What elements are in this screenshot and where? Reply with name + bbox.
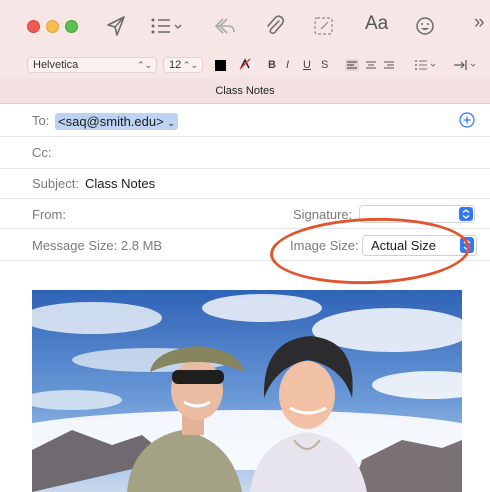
message-size-label: Message Size: 2.8 MB [32, 238, 163, 253]
strikethrough-button[interactable]: S [321, 57, 328, 73]
font-family-value: Helvetica [33, 59, 79, 71]
recipient-token[interactable]: <saq@smith.edu> ⌄ [55, 113, 178, 130]
font-family-select[interactable]: Helvetica ⌃⌄ [27, 57, 157, 73]
chevron-updown-icon: ⌃⌄ [136, 60, 152, 70]
attached-photo[interactable] [32, 290, 462, 492]
more-icon[interactable]: » [474, 12, 485, 34]
align-center-icon[interactable] [364, 59, 378, 76]
recipient-address: <saq@smith.edu> [58, 114, 164, 129]
format-bar: Helvetica ⌃⌄ 12 ⌃⌄ B I U S [0, 52, 490, 78]
background-color-icon[interactable] [238, 56, 252, 77]
emoji-icon[interactable] [415, 14, 435, 38]
chevron-updown-icon: ⌃⌄ [182, 60, 198, 70]
chevron-down-icon: ⌄ [167, 118, 175, 128]
subject-label: Subject: [32, 176, 79, 191]
bold-button[interactable]: B [268, 57, 276, 73]
toolbar: Aa » [0, 0, 490, 52]
format-icon[interactable]: Aa [365, 13, 388, 35]
subject-field-row[interactable]: Subject: Class Notes [0, 169, 490, 199]
underline-button[interactable]: U [303, 57, 311, 73]
reply-icon[interactable] [213, 14, 237, 38]
font-size-select[interactable]: 12 ⌃⌄ [163, 57, 203, 73]
italic-button[interactable]: I [286, 57, 289, 73]
subject-input[interactable]: Class Notes [85, 176, 155, 191]
close-window-button[interactable] [27, 20, 40, 33]
to-label: To: [32, 113, 50, 128]
align-right-icon[interactable] [382, 59, 396, 76]
cc-label: Cc: [32, 145, 52, 160]
send-icon[interactable] [105, 14, 127, 38]
markup-icon[interactable] [313, 14, 335, 38]
to-field-row: To: <saq@smith.edu> ⌄ [0, 104, 490, 137]
message-size-value: 2.8 MB [120, 238, 163, 253]
header-fields-icon[interactable] [150, 14, 184, 38]
minimize-window-button[interactable] [46, 20, 59, 33]
indent-icon[interactable] [454, 59, 484, 76]
list-style-icon[interactable] [414, 59, 438, 76]
text-color-swatch[interactable] [215, 60, 226, 71]
zoom-window-button[interactable] [65, 20, 78, 33]
chevron-updown-icon [459, 207, 473, 221]
window-title: Class Notes [0, 78, 490, 104]
attachment-icon[interactable] [265, 14, 285, 38]
from-label: From: [32, 207, 66, 222]
add-contact-icon[interactable] [459, 112, 475, 128]
align-left-icon[interactable] [345, 59, 359, 76]
font-size-value: 12 [169, 59, 182, 71]
cc-field-row[interactable]: Cc: [0, 137, 490, 169]
